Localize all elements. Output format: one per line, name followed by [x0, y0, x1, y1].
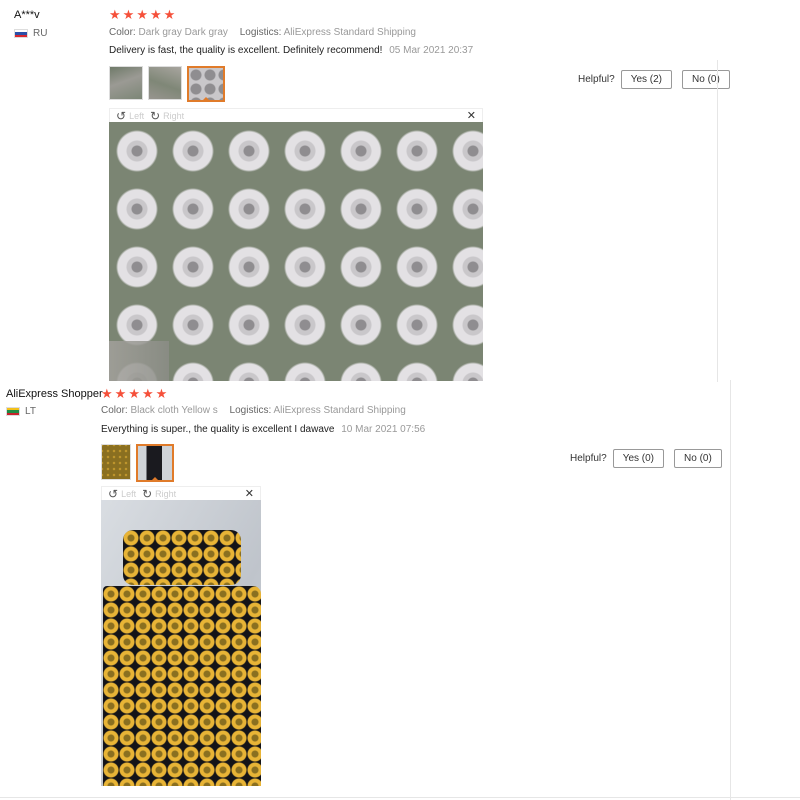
star-rating: ★ ★ ★ ★ ★	[109, 8, 175, 21]
photo-viewer-toolbar: ↺ Left ↻ Right ✕	[109, 108, 483, 122]
rotate-left-control[interactable]: ↺ Left	[108, 488, 136, 500]
photo-thumbnails	[109, 66, 225, 102]
russia-flag-icon	[14, 29, 28, 38]
star-icon: ★	[109, 7, 121, 22]
helpful-voting: Helpful? Yes (0) No (0)	[570, 449, 722, 468]
close-icon[interactable]: ✕	[467, 109, 476, 122]
rotate-right-icon: ↻	[150, 108, 161, 123]
rotate-right-control[interactable]: ↻ Right	[150, 110, 184, 122]
review-body: Delivery is fast, the quality is excelle…	[109, 45, 383, 56]
photo-thumbnail[interactable]	[101, 444, 131, 480]
reviewer-name: AliExpress Shopper	[6, 388, 103, 400]
star-icon: ★	[128, 386, 140, 401]
helpful-yes-button[interactable]: Yes (2)	[620, 70, 673, 89]
reviewer-country: RU	[14, 28, 47, 39]
rotate-right-label: Right	[163, 110, 185, 121]
rotate-right-label: Right	[155, 488, 177, 499]
order-info: Color: Black cloth Yellow s Logistics: A…	[101, 405, 406, 416]
photo-pillow	[123, 530, 241, 585]
photo-mat	[103, 586, 261, 786]
review-item: A***v RU ★ ★ ★ ★ ★ Color: Dark gray Dark…	[0, 0, 800, 382]
helpful-yes-button[interactable]: Yes (0)	[612, 449, 665, 468]
review-photo-large	[109, 122, 483, 381]
star-icon: ★	[141, 386, 154, 401]
rotate-left-control[interactable]: ↺ Left	[116, 110, 144, 122]
helpful-label: Helpful?	[570, 453, 607, 464]
lithuania-flag-icon	[6, 407, 20, 416]
star-icon: ★	[155, 386, 168, 401]
helpful-no-button[interactable]: No (0)	[682, 70, 730, 89]
divider	[717, 60, 718, 382]
review-photo-large	[101, 500, 261, 786]
star-icon: ★	[122, 7, 135, 22]
color-label: Color:	[101, 405, 128, 416]
country-code: RU	[33, 28, 48, 39]
rotate-left-label: Left	[121, 488, 137, 499]
star-icon: ★	[163, 7, 176, 22]
color-value: Black cloth Yellow s	[130, 405, 218, 416]
color-label: Color:	[109, 27, 136, 38]
divider	[730, 380, 731, 800]
photo-thumbnails	[101, 444, 174, 482]
order-info: Color: Dark gray Dark gray Logistics: Al…	[109, 27, 416, 38]
star-rating: ★ ★ ★ ★ ★	[101, 387, 167, 400]
rotate-right-control[interactable]: ↻ Right	[142, 488, 176, 500]
divider	[0, 797, 800, 798]
helpful-voting: Helpful? Yes (2) No (0)	[578, 70, 730, 89]
review-item: AliExpress Shopper LT ★ ★ ★ ★ ★ Color: B…	[0, 380, 800, 800]
review-body: Everything is super., the quality is exc…	[101, 424, 335, 435]
rotate-left-icon: ↺	[108, 486, 119, 501]
photo-thumbnail[interactable]	[109, 66, 143, 100]
logistics-label: Logistics:	[229, 405, 272, 416]
color-value: Dark gray Dark gray	[138, 27, 228, 38]
photo-viewer-toolbar: ↺ Left ↻ Right ✕	[101, 486, 261, 500]
review-text: Everything is super., the quality is exc…	[101, 424, 425, 435]
logistics-label: Logistics:	[239, 27, 282, 38]
photo-thumbnail[interactable]	[148, 66, 182, 100]
rotate-left-label: Left	[129, 110, 145, 121]
photo-background-cloth	[109, 341, 169, 381]
photo-thumbnail-selected[interactable]	[136, 444, 174, 482]
star-icon: ★	[101, 386, 113, 401]
rotate-right-icon: ↻	[142, 486, 153, 501]
review-date: 10 Mar 2021 07:56	[341, 424, 426, 435]
close-icon[interactable]: ✕	[245, 487, 254, 500]
review-date: 05 Mar 2021 20:37	[389, 45, 474, 56]
helpful-label: Helpful?	[578, 74, 615, 85]
star-icon: ★	[136, 7, 148, 22]
star-icon: ★	[114, 386, 127, 401]
review-text: Delivery is fast, the quality is excelle…	[109, 45, 473, 56]
reviewer-country: LT	[6, 406, 36, 417]
reviewer-name: A***v	[14, 9, 40, 21]
logistics-value: AliExpress Standard Shipping	[273, 405, 406, 416]
country-code: LT	[25, 406, 36, 417]
helpful-no-button[interactable]: No (0)	[674, 449, 722, 468]
photo-thumbnail-selected[interactable]	[187, 66, 225, 102]
logistics-value: AliExpress Standard Shipping	[283, 27, 416, 38]
star-icon: ★	[149, 7, 162, 22]
rotate-left-icon: ↺	[116, 108, 127, 123]
